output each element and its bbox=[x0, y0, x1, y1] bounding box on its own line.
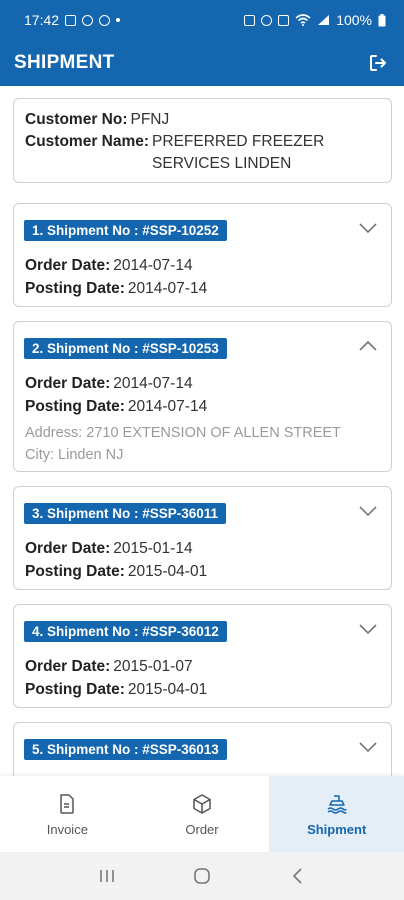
battery-icon bbox=[378, 13, 386, 26]
page-title: SHIPMENT bbox=[14, 52, 115, 73]
chevron-down-icon[interactable] bbox=[359, 222, 377, 234]
nav-order[interactable]: Order bbox=[135, 776, 270, 852]
posting-date-row: Posting Date: 2015-04-01 bbox=[25, 560, 380, 583]
shipment-details: Order Date: 2014-07-14 Posting Date: 201… bbox=[25, 372, 380, 466]
location-notification-icon bbox=[82, 14, 94, 26]
home-icon bbox=[194, 868, 210, 884]
shipment-card[interactable]: 5. Shipment No : #SSP-36013 bbox=[13, 722, 392, 776]
shipment-number-badge: 2. Shipment No : #SSP-10253 bbox=[24, 338, 227, 359]
battery-saver-icon bbox=[244, 14, 256, 26]
shipment-details: Order Date: 2014-07-14 Posting Date: 201… bbox=[25, 254, 380, 300]
posting-date-row: Posting Date: 2015-04-01 bbox=[25, 678, 380, 701]
wifi-icon bbox=[295, 14, 311, 26]
system-navigation-bar bbox=[0, 852, 404, 900]
home-button[interactable] bbox=[191, 865, 213, 887]
order-date-label: Order Date: bbox=[25, 375, 111, 392]
nav-shipment[interactable]: Shipment bbox=[269, 776, 404, 852]
chevron-up-icon[interactable] bbox=[359, 340, 377, 352]
order-date-label: Order Date: bbox=[25, 257, 111, 274]
posting-date-value: 2015-04-01 bbox=[127, 563, 208, 580]
bottom-navigation: Invoice Order Shipment bbox=[0, 776, 404, 852]
order-date-label: Order Date: bbox=[25, 540, 111, 557]
posting-date-value: 2014-07-14 bbox=[127, 398, 208, 415]
shipment-details: Order Date: 2015-01-07 Posting Date: 201… bbox=[25, 655, 380, 701]
order-date-value: 2014-07-14 bbox=[113, 375, 193, 392]
customer-name-label: Customer Name: bbox=[25, 133, 150, 150]
shipment-card[interactable]: 2. Shipment No : #SSP-10253 Order Date: … bbox=[13, 321, 392, 472]
gallery-notification-icon bbox=[65, 14, 77, 26]
customer-no-value: PFNJ bbox=[130, 111, 170, 128]
logout-button[interactable] bbox=[366, 51, 390, 75]
more-notifications-icon bbox=[116, 18, 121, 22]
order-date-row: Order Date: 2014-07-14 bbox=[25, 254, 380, 277]
posting-date-row: Posting Date: 2014-07-14 bbox=[25, 395, 380, 418]
customer-no-label: Customer No: bbox=[25, 111, 128, 128]
status-time: 17:42 bbox=[24, 12, 60, 28]
box-icon bbox=[193, 793, 211, 814]
shipment-number-badge: 4. Shipment No : #SSP-36012 bbox=[24, 621, 227, 642]
logout-icon bbox=[370, 55, 386, 71]
order-date-row: Order Date: 2014-07-14 bbox=[25, 372, 380, 395]
customer-no-row: Customer No: PFNJ bbox=[25, 109, 380, 131]
posting-date-label: Posting Date: bbox=[25, 280, 125, 297]
chevron-down-icon[interactable] bbox=[359, 623, 377, 635]
status-right: 100% bbox=[244, 12, 386, 28]
order-date-value: 2014-07-14 bbox=[113, 257, 193, 274]
shipment-card[interactable]: 1. Shipment No : #SSP-10252 Order Date: … bbox=[13, 203, 392, 307]
posting-date-row: Posting Date: 2014-07-14 bbox=[25, 277, 380, 300]
back-button[interactable] bbox=[286, 865, 308, 887]
shipment-address: Address: 2710 EXTENSION OF ALLEN STREET bbox=[25, 425, 341, 441]
shipment-number-badge: 1. Shipment No : #SSP-10252 bbox=[24, 220, 227, 241]
status-left: 17:42 bbox=[24, 12, 121, 28]
shipment-number-badge: 5. Shipment No : #SSP-36013 bbox=[24, 739, 227, 760]
battery-percent: 100% bbox=[336, 12, 372, 28]
customer-card: Customer No: PFNJ Customer Name: PREFERR… bbox=[13, 98, 392, 183]
posting-date-label: Posting Date: bbox=[25, 681, 125, 698]
posting-date-value: 2015-04-01 bbox=[127, 681, 208, 698]
facebook-notification-icon bbox=[99, 14, 111, 26]
chevron-down-icon[interactable] bbox=[359, 741, 377, 753]
app-bar: SHIPMENT bbox=[0, 40, 404, 86]
signal-icon bbox=[318, 15, 330, 25]
shipment-number-badge: 3. Shipment No : #SSP-36011 bbox=[24, 503, 227, 524]
nav-order-label: Order bbox=[185, 821, 219, 837]
shipment-city: City: Linden NJ bbox=[25, 447, 124, 463]
order-date-row: Order Date: 2015-01-14 bbox=[25, 537, 380, 560]
ship-icon bbox=[327, 794, 347, 814]
shipment-details: Order Date: 2015-01-14 Posting Date: 201… bbox=[25, 537, 380, 583]
recent-apps-icon bbox=[100, 870, 115, 882]
shipment-list[interactable]: Customer No: PFNJ Customer Name: PREFERR… bbox=[0, 86, 404, 776]
customer-name-row: Customer Name: PREFERRED FREEZER SERVICE… bbox=[25, 131, 380, 175]
nav-invoice-label: Invoice bbox=[46, 821, 88, 837]
posting-date-label: Posting Date: bbox=[25, 563, 125, 580]
status-bar: 17:42 100% bbox=[0, 0, 404, 40]
recent-apps-button[interactable] bbox=[96, 865, 118, 887]
mute-icon bbox=[278, 14, 290, 26]
customer-name-value: PREFERRED FREEZER SERVICES LINDEN bbox=[152, 133, 325, 172]
alarm-icon bbox=[261, 14, 273, 26]
posting-date-value: 2014-07-14 bbox=[127, 280, 208, 297]
nav-shipment-label: Shipment bbox=[307, 821, 367, 837]
order-date-value: 2015-01-14 bbox=[113, 540, 193, 557]
chevron-down-icon[interactable] bbox=[359, 505, 377, 517]
order-date-label: Order Date: bbox=[25, 658, 111, 675]
shipment-card[interactable]: 3. Shipment No : #SSP-36011 Order Date: … bbox=[13, 486, 392, 590]
back-icon bbox=[292, 868, 302, 884]
invoice-icon bbox=[60, 793, 75, 814]
shipment-card[interactable]: 4. Shipment No : #SSP-36012 Order Date: … bbox=[13, 604, 392, 708]
nav-invoice[interactable]: Invoice bbox=[0, 776, 135, 852]
order-date-value: 2015-01-07 bbox=[113, 658, 193, 675]
posting-date-label: Posting Date: bbox=[25, 398, 125, 415]
order-date-row: Order Date: 2015-01-07 bbox=[25, 655, 380, 678]
